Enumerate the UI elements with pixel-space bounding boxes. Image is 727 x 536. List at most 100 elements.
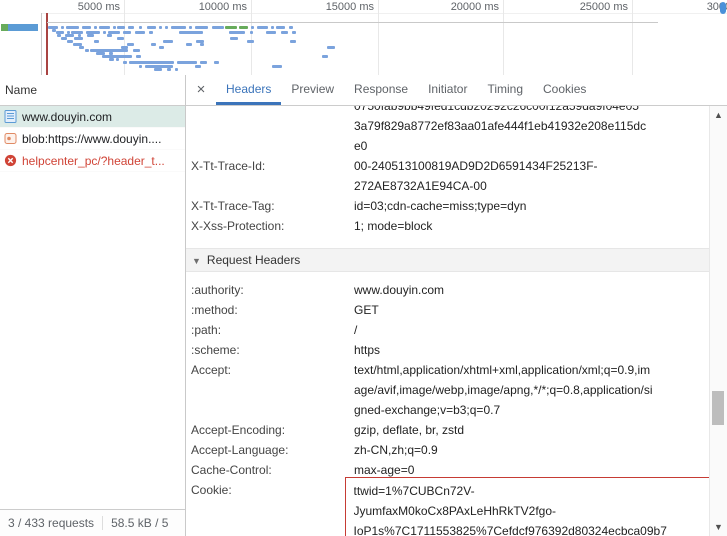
waterfall-bar bbox=[117, 26, 125, 29]
waterfall-bar bbox=[271, 26, 274, 29]
header-row: :method:GET bbox=[186, 300, 710, 320]
triangle-down-icon: ▼ bbox=[192, 256, 201, 266]
transfer-size: 58.5 kB / 5 bbox=[111, 516, 168, 530]
waterfall-bar bbox=[99, 26, 110, 29]
waterfall-bar bbox=[82, 26, 91, 29]
scroll-up-icon[interactable]: ▲ bbox=[710, 108, 727, 122]
header-row: 0750fab9bb49fed1cdb20292c26c00f12a59da9f… bbox=[186, 106, 710, 156]
waterfall-bar bbox=[113, 26, 116, 29]
tab-response[interactable]: Response bbox=[344, 75, 418, 105]
waterfall-bar bbox=[85, 49, 89, 52]
network-main-split: Name www.douyin.com blob:https://www.douy… bbox=[0, 75, 727, 536]
tab-preview[interactable]: Preview bbox=[281, 75, 344, 105]
header-row: Accept-Encoding:gzip, deflate, br, zstd bbox=[186, 420, 710, 440]
request-label: www.douyin.com bbox=[22, 110, 112, 124]
waterfall-bar bbox=[327, 46, 335, 49]
close-icon[interactable]: × bbox=[186, 75, 216, 105]
header-name: Accept-Language: bbox=[186, 440, 354, 460]
request-list: www.douyin.com blob:https://www.douyin...… bbox=[0, 106, 185, 172]
header-value-line: JyumfaxM0koCx8PAxLeHhRkTV2fgo- bbox=[354, 501, 701, 521]
waterfall-bar bbox=[135, 31, 145, 34]
highlighted-value: ttwid=1%7CUBCn72V-JyumfaxM0koCx8PAxLeHhR… bbox=[345, 477, 710, 536]
header-value-line: 272AE8732A1E94CA-00 bbox=[354, 176, 701, 196]
waterfall-bar bbox=[186, 43, 192, 46]
header-value: 00-240513100819AD9D2D6591434F25213F-272A… bbox=[354, 156, 701, 196]
waterfall-bar bbox=[159, 26, 162, 29]
header-value: www.douyin.com bbox=[354, 280, 701, 300]
media-icon bbox=[4, 132, 17, 145]
header-value-line: www.douyin.com bbox=[354, 280, 701, 300]
scrollbar-thumb[interactable] bbox=[712, 391, 724, 425]
tab-headers[interactable]: Headers bbox=[216, 75, 281, 105]
header-value: text/html,application/xhtml+xml,applicat… bbox=[354, 360, 701, 420]
requests-count: 3 / 433 requests bbox=[8, 516, 94, 530]
waterfall-bar bbox=[129, 61, 174, 64]
header-value-line: 00-240513100819AD9D2D6591434F25213F- bbox=[354, 156, 701, 176]
waterfall-bar bbox=[165, 26, 168, 29]
waterfall-bar bbox=[289, 26, 293, 29]
header-value: https bbox=[354, 340, 701, 360]
waterfall-bar bbox=[247, 40, 254, 43]
header-name: Cookie: bbox=[186, 480, 354, 536]
waterfall-bar bbox=[195, 65, 201, 68]
overview-handle[interactable] bbox=[720, 2, 726, 14]
scrollbar[interactable]: ▲ ▼ bbox=[709, 106, 727, 536]
waterfall-bar bbox=[214, 61, 219, 64]
timeline-gridline bbox=[503, 0, 504, 75]
tab-timing[interactable]: Timing bbox=[477, 75, 533, 105]
header-name: :method: bbox=[186, 300, 354, 320]
waterfall-bar bbox=[103, 31, 106, 34]
header-value-line: zh-CN,zh;q=0.9 bbox=[354, 440, 701, 460]
request-row[interactable]: www.douyin.com bbox=[0, 106, 185, 128]
request-detail-panel: × HeadersPreviewResponseInitiatorTimingC… bbox=[186, 75, 727, 536]
tab-initiator[interactable]: Initiator bbox=[418, 75, 477, 105]
ruler-separator bbox=[0, 13, 727, 14]
timeline-tick-label: 10000 ms bbox=[199, 1, 247, 13]
request-headers-section-header[interactable]: ▼Request Headers bbox=[186, 248, 710, 272]
waterfall-bar bbox=[94, 26, 97, 29]
header-value-line: id=03;cdn-cache=miss;type=dyn bbox=[354, 196, 701, 216]
waterfall-bar bbox=[128, 26, 134, 29]
scroll-down-icon[interactable]: ▼ bbox=[710, 520, 727, 534]
waterfall-bar bbox=[123, 31, 131, 34]
header-row: Accept-Language:zh-CN,zh;q=0.9 bbox=[186, 440, 710, 460]
waterfall-bar bbox=[127, 43, 134, 46]
waterfall-bar bbox=[133, 49, 140, 52]
devtools-network-panel: 5000 ms10000 ms15000 ms20000 ms25000 ms3… bbox=[0, 0, 727, 536]
waterfall-bar bbox=[136, 55, 141, 58]
tab-cookies[interactable]: Cookies bbox=[533, 75, 596, 105]
waterfall-bar bbox=[212, 26, 224, 29]
waterfall-bar bbox=[159, 46, 164, 49]
waterfall-bar bbox=[167, 68, 171, 71]
minimap-blue-bar bbox=[8, 24, 38, 31]
waterfall-bar bbox=[179, 31, 203, 34]
header-value-line: https bbox=[354, 340, 701, 360]
header-value-line: text/html,application/xhtml+xml,applicat… bbox=[354, 360, 701, 380]
waterfall-bar bbox=[94, 40, 99, 43]
waterfall-bar bbox=[250, 31, 253, 34]
waterfall-bar bbox=[61, 26, 64, 29]
header-value-line: ttwid=1%7CUBCn72V- bbox=[354, 481, 701, 501]
waterfall-bar bbox=[322, 55, 328, 58]
waterfall-bar bbox=[151, 43, 156, 46]
header-value: / bbox=[354, 320, 701, 340]
request-row[interactable]: blob:https://www.douyin.... bbox=[0, 128, 185, 150]
waterfall-bar bbox=[251, 26, 254, 29]
waterfall-bar bbox=[195, 26, 208, 29]
waterfall-bar bbox=[117, 37, 124, 40]
timeline-tick-label: 5000 ms bbox=[78, 1, 120, 13]
name-column-header[interactable]: Name bbox=[0, 75, 185, 106]
request-label: blob:https://www.douyin.... bbox=[22, 132, 161, 146]
header-value-line: gzip, deflate, br, zstd bbox=[354, 420, 701, 440]
waterfall-bar bbox=[107, 34, 112, 37]
requests-sidebar: Name www.douyin.com blob:https://www.douy… bbox=[0, 75, 186, 536]
header-value: gzip, deflate, br, zstd bbox=[354, 420, 701, 440]
request-row[interactable]: helpcenter_pc/?header_t... bbox=[0, 150, 185, 172]
waterfall-bar bbox=[290, 40, 296, 43]
waterfall-bar bbox=[200, 43, 204, 46]
header-name: Accept-Encoding: bbox=[186, 420, 354, 440]
header-value-line: e0 bbox=[354, 136, 701, 156]
overview-minimap bbox=[0, 13, 42, 75]
header-name: Accept: bbox=[186, 360, 354, 420]
network-overview[interactable]: 5000 ms10000 ms15000 ms20000 ms25000 ms3… bbox=[0, 0, 727, 76]
